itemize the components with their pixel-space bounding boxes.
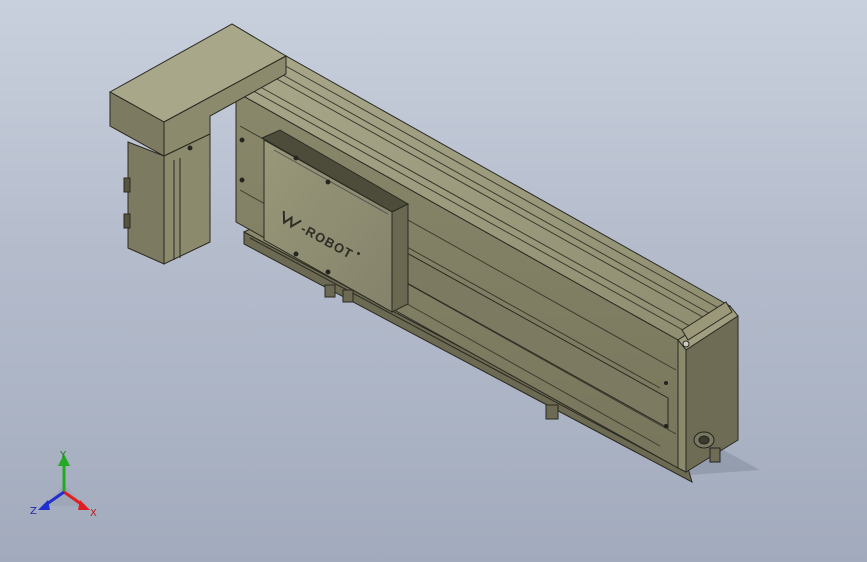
y-axis-label: Y	[59, 450, 67, 461]
graphics-viewport[interactable]: -ROBOT Y X Z	[0, 0, 867, 562]
coordinate-triad: Y X Z	[30, 450, 97, 519]
z-arrow-icon	[38, 500, 50, 510]
x-axis-label: X	[90, 508, 97, 519]
x-arrow-icon	[78, 500, 90, 510]
z-axis-label: Z	[30, 506, 37, 517]
